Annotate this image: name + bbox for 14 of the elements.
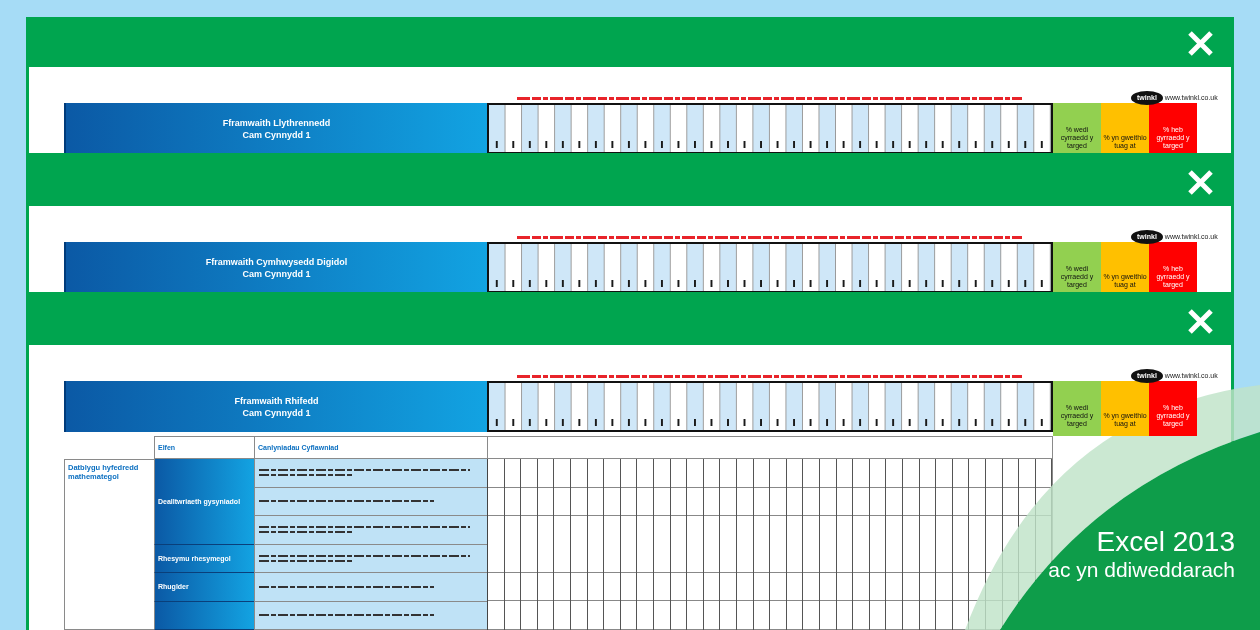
close-button[interactable] (1187, 308, 1214, 335)
close-button[interactable] (1187, 169, 1214, 196)
close-button[interactable] (1187, 30, 1214, 57)
close-icon (1187, 30, 1214, 57)
close-icon (1187, 308, 1214, 335)
framework-stage: Cam Cynnydd 1 (242, 406, 311, 419)
framework-stage: Cam Cynnydd 1 (242, 267, 311, 280)
framework-title: Fframwaith Cymhwysedd Digidol (205, 255, 348, 268)
close-icon (1187, 169, 1214, 196)
version-title: Excel 2013 (1096, 527, 1235, 557)
framework-stage: Cam Cynnydd 1 (242, 128, 311, 141)
framework-title: Fframwaith Rhifedd (234, 394, 319, 407)
framework-title: Fframwaith Llythrennedd (222, 116, 331, 129)
version-subtitle: ac yn ddiweddarach (1048, 557, 1235, 583)
